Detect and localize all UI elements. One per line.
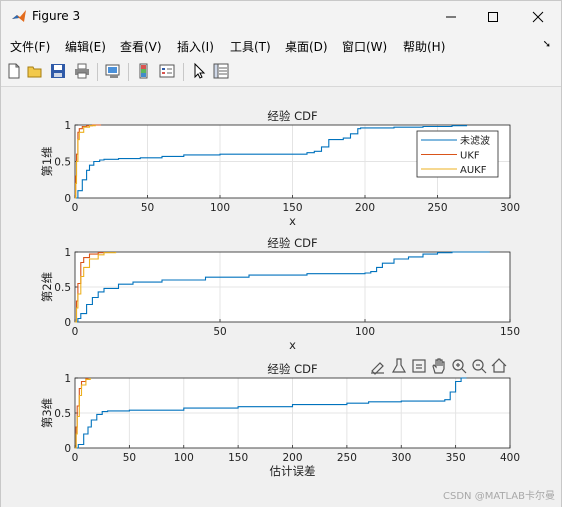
maximize-button[interactable] bbox=[471, 1, 515, 32]
y-tick-label: 1 bbox=[64, 247, 71, 259]
x-tick-label: 100 bbox=[174, 452, 194, 464]
brush-icon[interactable] bbox=[371, 362, 384, 375]
y-tick-label: 0 bbox=[64, 193, 71, 205]
colorbar-icon[interactable] bbox=[135, 62, 153, 80]
y-tick-label: 1 bbox=[64, 120, 71, 132]
menu-file[interactable]: 文件(F) bbox=[10, 38, 50, 55]
y-tick-label: 0.5 bbox=[54, 282, 71, 294]
plots-area: 0 50 100 150 200 250 30000.51经验 CDFx第1维未滤波UKFA… bbox=[40, 109, 520, 478]
close-button[interactable] bbox=[516, 1, 560, 32]
new-figure-icon[interactable] bbox=[5, 62, 23, 80]
figure-window: Figure 3 文件(F) 编辑(E) 查看(V) 插入(I) 工具(T) 桌… bbox=[0, 0, 562, 507]
x-tick-label: 350 bbox=[446, 452, 466, 464]
menu-view[interactable]: 查看(V) bbox=[120, 38, 162, 55]
restore-view-icon[interactable] bbox=[412, 359, 426, 373]
home-icon[interactable] bbox=[491, 358, 507, 373]
x-tick-label: 0 bbox=[72, 202, 79, 214]
axes-title: 经验 CDF bbox=[267, 109, 317, 123]
x-tick-label: 50 bbox=[123, 452, 136, 464]
window-title: Figure 3 bbox=[32, 9, 81, 23]
data-tips-icon[interactable] bbox=[391, 358, 407, 373]
close-icon bbox=[532, 11, 544, 22]
x-tick-label: 200 bbox=[282, 452, 302, 464]
toolbar-separator bbox=[183, 63, 184, 81]
menu-tools[interactable]: 工具(T) bbox=[230, 38, 271, 55]
matlab-logo-icon bbox=[12, 10, 26, 22]
toolbar-separator bbox=[97, 63, 98, 81]
x-tick-label: 150 bbox=[282, 202, 302, 214]
watermark: CSDN @MATLAB卡尔曼 bbox=[443, 491, 555, 502]
x-tick-label: 200 bbox=[355, 202, 375, 214]
title-bar: Figure 3 bbox=[1, 1, 561, 32]
menu-help[interactable]: 帮助(H) bbox=[403, 38, 445, 55]
x-tick-label: 150 bbox=[500, 326, 520, 338]
toolbar-separator bbox=[128, 63, 129, 81]
figure-canvas: 0 50 100 150 200 250 300 0 0.5 1 经验 CDF x 第1维 未滤波 UKF A… bbox=[1, 87, 561, 507]
y-tick-label: 1 bbox=[64, 373, 71, 385]
menu-desktop[interactable]: 桌面(D) bbox=[285, 38, 328, 55]
x-tick-label: 150 bbox=[228, 452, 248, 464]
menu-window[interactable]: 窗口(W) bbox=[342, 38, 387, 55]
x-tick-label: 300 bbox=[500, 202, 520, 214]
x-tick-label: 100 bbox=[355, 326, 375, 338]
link-plot-icon[interactable] bbox=[104, 62, 122, 80]
y-tick-label: 0.5 bbox=[54, 157, 71, 169]
y-tick-label: 0.5 bbox=[54, 408, 71, 420]
axes-title: 经验 CDF bbox=[267, 236, 317, 250]
x-tick-label: 300 bbox=[391, 452, 411, 464]
x-axis-label: x bbox=[289, 214, 296, 228]
menu-overflow-icon[interactable]: ➘ bbox=[543, 39, 551, 50]
save-icon[interactable] bbox=[49, 62, 67, 80]
x-tick-label: 50 bbox=[213, 326, 226, 338]
x-tick-label: 50 bbox=[141, 202, 154, 214]
legend-entry: UKF bbox=[460, 151, 480, 162]
y-tick-label: 0 bbox=[64, 443, 71, 455]
axes-title: 经验 CDF bbox=[267, 362, 317, 376]
legend-entry: 未滤波 bbox=[460, 134, 490, 147]
pointer-icon[interactable] bbox=[190, 62, 208, 80]
zoom-in-icon[interactable] bbox=[452, 359, 467, 374]
y-axis-label: 第1维 bbox=[40, 146, 54, 176]
zoom-out-icon[interactable] bbox=[472, 359, 487, 374]
menu-bar: 文件(F) 编辑(E) 查看(V) 插入(I) 工具(T) 桌面(D) 窗口(W… bbox=[1, 32, 561, 58]
minimize-button[interactable] bbox=[429, 1, 473, 32]
y-tick-label: 0 bbox=[64, 317, 71, 329]
property-inspector-icon[interactable] bbox=[212, 62, 230, 80]
legend-icon[interactable] bbox=[158, 62, 176, 80]
open-file-icon[interactable] bbox=[26, 62, 44, 80]
x-tick-label: 100 bbox=[210, 202, 230, 214]
x-axis-label: 估计误差 bbox=[270, 464, 316, 478]
x-axis-label: x bbox=[289, 338, 296, 352]
x-tick-label: 0 bbox=[72, 452, 79, 464]
x-tick-label: 250 bbox=[337, 452, 357, 464]
legend-entry: AUKF bbox=[460, 165, 487, 176]
print-icon[interactable] bbox=[73, 62, 91, 80]
x-tick-label: 250 bbox=[427, 202, 447, 214]
pan-icon[interactable] bbox=[432, 358, 445, 374]
y-axis-label: 第3维 bbox=[40, 398, 54, 428]
figure-toolbar bbox=[1, 58, 561, 87]
y-axis-label: 第2维 bbox=[40, 272, 54, 302]
x-tick-label: 400 bbox=[500, 452, 520, 464]
minimize-icon bbox=[446, 16, 456, 17]
x-tick-label: 0 bbox=[72, 326, 79, 338]
menu-insert[interactable]: 插入(I) bbox=[177, 38, 214, 55]
menu-edit[interactable]: 编辑(E) bbox=[65, 38, 106, 55]
maximize-icon bbox=[488, 11, 498, 22]
